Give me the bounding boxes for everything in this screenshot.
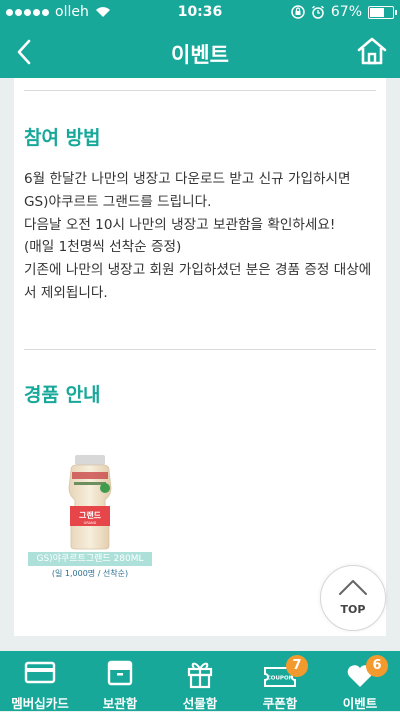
lock-rotation-icon xyxy=(291,5,305,19)
how-to-join-line: 기존에 나만의 냉장고 회원 가입하셨던 분은 경품 증정 대상에서 제외됩니다… xyxy=(24,262,372,301)
tab-label: 보관함 xyxy=(102,696,138,711)
event-content-card: 참여 방법 6월 한달간 나만의 냉장고 다운로드 받고 신규 가입하시면 GS)… xyxy=(14,78,386,636)
coupon-count-badge: 7 xyxy=(286,655,308,677)
chevron-up-icon xyxy=(339,580,367,595)
tab-bar: 멤버십카드 보관함 선물함 COUPON 7 쿠폰함 6 이벤트 xyxy=(0,651,400,711)
how-to-join-line: 6월 한달간 나만의 냉장고 다운로드 받고 신규 가입하시면 xyxy=(24,171,351,187)
coupon-icon-text: COUPON xyxy=(267,676,294,682)
header: 이벤트 xyxy=(0,25,400,78)
tab-label: 쿠폰함 xyxy=(262,696,298,711)
section-title-prize: 경품 안내 xyxy=(24,384,101,406)
tab-gift[interactable]: 선물함 xyxy=(160,651,240,711)
alarm-icon xyxy=(311,5,324,19)
event-count-badge: 6 xyxy=(366,655,388,677)
tab-label: 멤버십카드 xyxy=(11,696,69,711)
tab-membership-card[interactable]: 멤버십카드 xyxy=(0,651,80,711)
yakult-bottle-image: 그랜드 GRAND xyxy=(68,455,112,550)
divider xyxy=(24,349,376,350)
how-to-join-line: 다음날 오전 10시 나만의 냉장고 보관함을 확인하세요! xyxy=(24,216,336,233)
section-title-how: 참여 방법 xyxy=(24,127,101,149)
divider xyxy=(24,90,376,91)
gift-icon xyxy=(187,662,213,689)
how-to-join-text: 6월 한달간 나만의 냉장고 다운로드 받고 신규 가입하시면 GS)야쿠르트 그… xyxy=(24,168,376,305)
home-icon[interactable] xyxy=(356,35,388,67)
tab-label: 이벤트 xyxy=(342,696,378,711)
tab-label: 선물함 xyxy=(182,696,218,711)
how-to-join-line: (매일 1천명씩 선착순 증정) xyxy=(24,239,182,256)
status-right: 67% xyxy=(291,4,397,20)
top-label: TOP xyxy=(340,603,366,616)
battery-icon xyxy=(368,5,397,19)
product-name: GS)야쿠르트그랜드 280ML xyxy=(28,552,152,566)
membership-card-icon xyxy=(24,661,56,684)
bottle-label-sub-text: GRAND xyxy=(84,521,97,525)
storage-box-icon xyxy=(107,660,133,686)
status-bar: olleh 10:36 67% xyxy=(0,0,400,25)
tab-event[interactable]: 6 이벤트 xyxy=(320,651,400,711)
scroll-to-top-button[interactable]: TOP xyxy=(320,565,386,631)
bottle-label-text: 그랜드 xyxy=(79,510,102,520)
tab-storage[interactable]: 보관함 xyxy=(80,651,160,711)
battery-level-fill xyxy=(370,7,385,17)
prize-product: 그랜드 GRAND GS)야쿠르트그랜드 280ML (일 1,000명 / 선… xyxy=(28,454,152,579)
page-title: 이벤트 xyxy=(171,43,229,67)
battery-percent: 67% xyxy=(330,4,362,20)
product-note: (일 1,000명 / 선착순) xyxy=(51,569,129,578)
tab-coupon[interactable]: COUPON 7 쿠폰함 xyxy=(240,651,320,711)
how-to-join-line: GS)야쿠르트 그랜드를 드립니다. xyxy=(24,193,212,210)
